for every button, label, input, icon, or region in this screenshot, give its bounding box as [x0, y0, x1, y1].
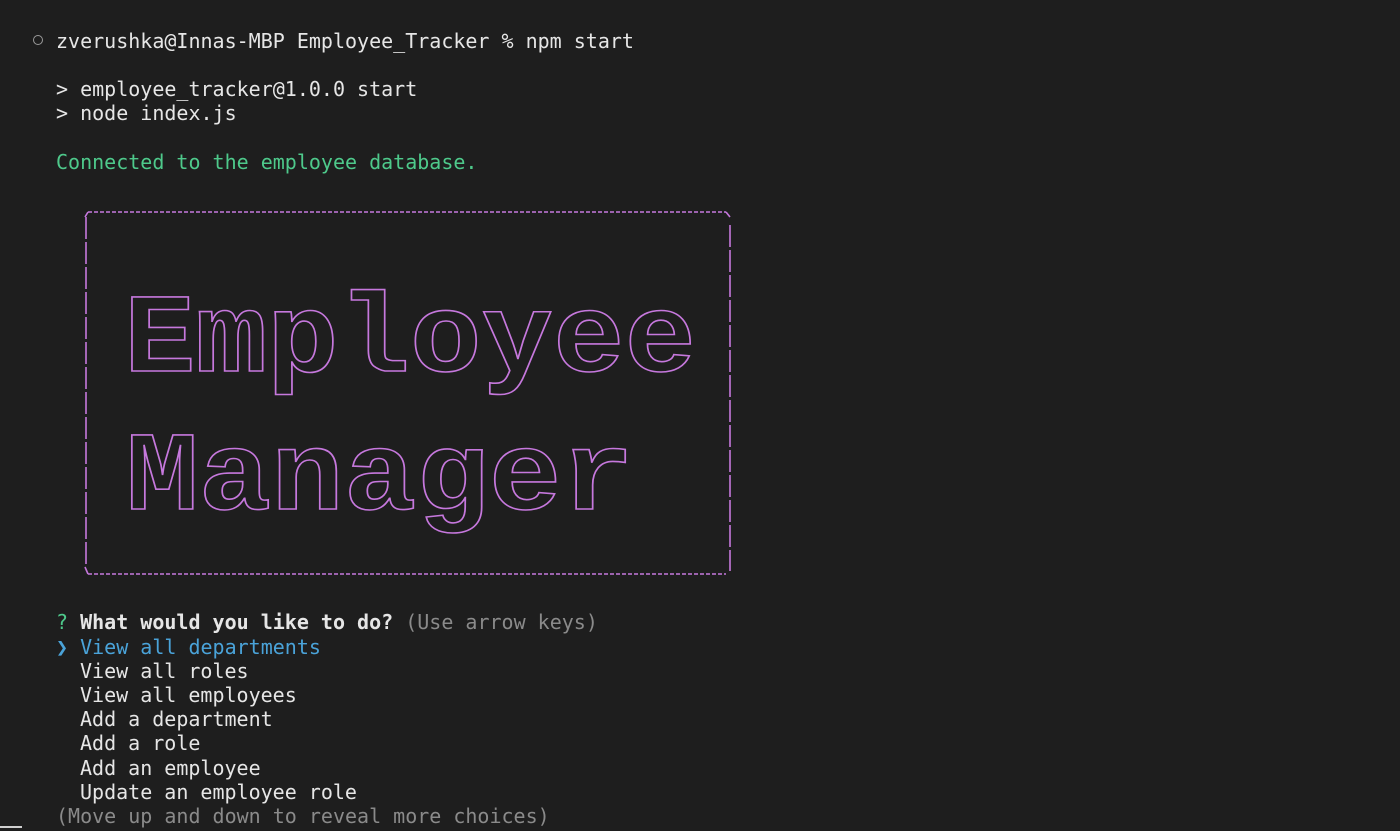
menu-choice-selected[interactable]: ❯ View all departments	[56, 635, 321, 659]
menu-choice[interactable]: Add an employee	[80, 756, 261, 780]
menu-choice[interactable]: Update an employee role	[80, 780, 357, 804]
menu-hint: (Use arrow keys)	[405, 610, 598, 634]
prompt-status-icon	[33, 35, 43, 45]
menu-question: What would you like to do?	[80, 610, 394, 634]
banner-word-manager: Manager	[126, 416, 634, 543]
menu-choice[interactable]: View all roles	[80, 659, 249, 683]
npm-command-line: > node index.js	[56, 101, 237, 125]
pointer-icon: ❯	[56, 635, 69, 659]
menu-choice[interactable]: Add a role	[80, 731, 200, 755]
npm-script-line: > employee_tracker@1.0.0 start	[56, 77, 418, 101]
menu-choice[interactable]: View all employees	[80, 683, 297, 707]
menu-footer-hint: (Move up and down to reveal more choices…	[56, 804, 550, 828]
menu-choice[interactable]: Add a department	[80, 707, 273, 731]
banner-art: Employee Manager	[84, 211, 731, 575]
ascii-banner: Employee Manager	[80, 203, 736, 579]
terminal-cursor	[0, 826, 22, 828]
connected-message: Connected to the employee database.	[56, 150, 478, 174]
menu-question-row: ? What would you like to do? (Use arrow …	[56, 610, 598, 634]
banner-word-employee: Employee	[124, 278, 696, 405]
command-line: zverushka@Innas-MBP Employee_Tracker % n…	[56, 29, 634, 53]
terminal-window[interactable]: zverushka@Innas-MBP Employee_Tracker % n…	[0, 0, 1400, 831]
question-mark: ?	[56, 610, 69, 634]
menu-choice-label: View all departments	[80, 635, 321, 659]
